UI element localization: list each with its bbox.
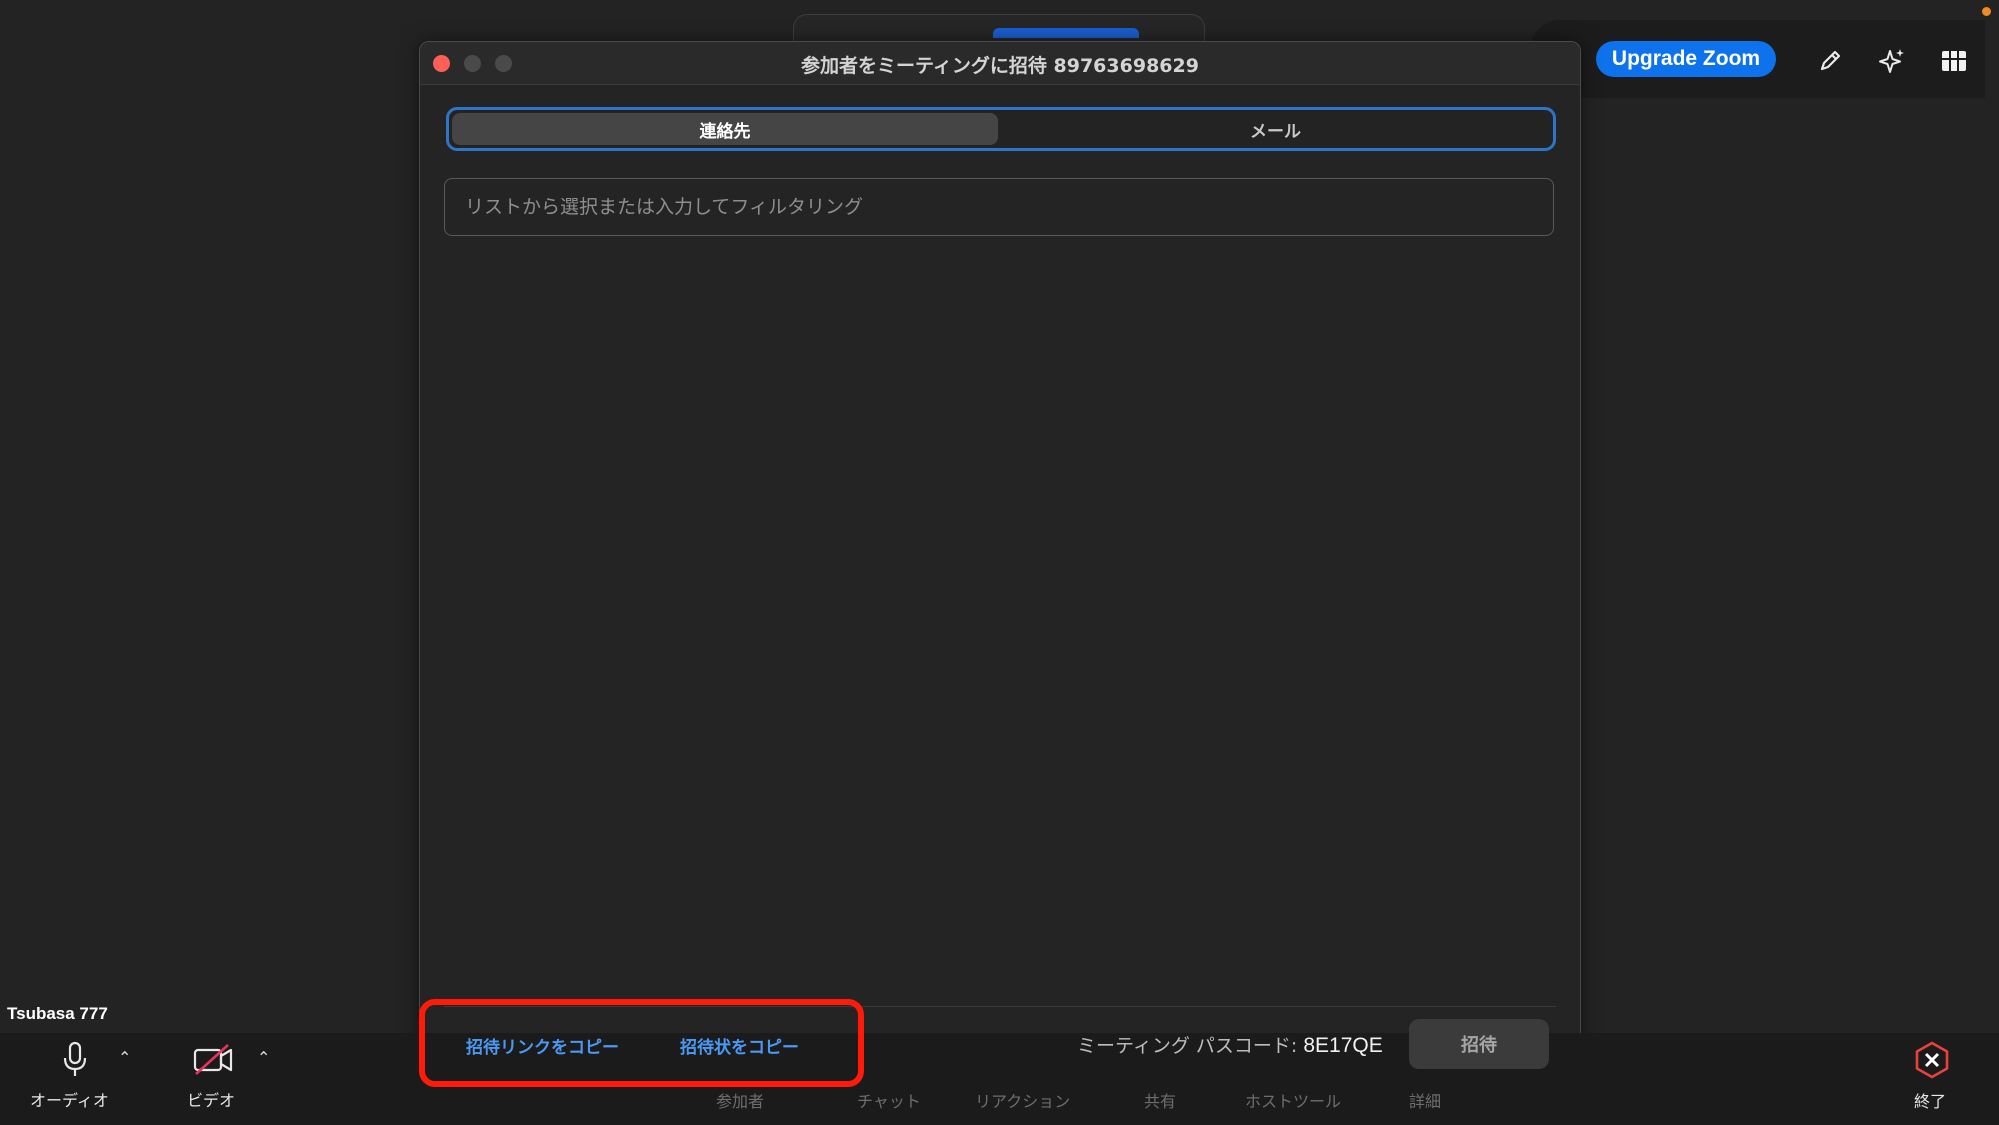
edit-pen-icon[interactable]	[1813, 44, 1847, 78]
contact-filter-input[interactable]	[444, 178, 1554, 236]
video-off-icon[interactable]	[192, 1040, 236, 1080]
invite-dialog: 参加者をミーティングに招待 89763698629 連絡先 メール	[419, 41, 1581, 1083]
participant-name-label: Tsubasa 777	[7, 1004, 108, 1023]
passcode-label: ミーティング パスコード:	[1077, 1035, 1298, 1057]
invite-method-segmented-control: 連絡先 メール	[446, 107, 1556, 151]
toolbar-host-tools[interactable]: ホストツール	[1245, 1088, 1341, 1112]
dialog-title: 参加者をミーティングに招待 89763698629	[801, 55, 1199, 77]
toolbar-chat[interactable]: チャット	[857, 1088, 921, 1112]
tab-email[interactable]: メール	[1001, 113, 1550, 145]
microphone-icon[interactable]	[58, 1040, 92, 1080]
copy-invitation-button[interactable]: 招待状をコピー	[680, 1033, 799, 1058]
video-label: ビデオ	[187, 1091, 236, 1110]
zoom-meeting-window: Upgrade Zoom 参加者をミーティングに招待 89763698629 連…	[0, 0, 1999, 1125]
toolbar-reactions[interactable]: リアクション	[975, 1088, 1070, 1112]
meeting-passcode: ミーティング パスコード: 8E17QE	[1077, 1031, 1383, 1058]
toolbar-share[interactable]: 共有	[1144, 1088, 1176, 1112]
invite-button[interactable]: 招待	[1409, 1019, 1549, 1069]
end-label: 終了	[1914, 1092, 1947, 1111]
toolbar-more[interactable]: 詳細	[1409, 1088, 1441, 1112]
sparkle-icon[interactable]	[1875, 44, 1909, 78]
audio-label: オーディオ	[30, 1091, 109, 1110]
tab-contacts[interactable]: 連絡先	[452, 113, 998, 145]
top-tab-indicator	[993, 28, 1139, 38]
audio-options-chevron-icon[interactable]: ⌃	[118, 1048, 131, 1067]
video-options-chevron-icon[interactable]: ⌃	[257, 1048, 270, 1067]
grid-view-icon[interactable]	[1937, 44, 1971, 78]
end-meeting-icon[interactable]	[1912, 1040, 1952, 1080]
notification-dot	[1982, 7, 1991, 16]
upgrade-zoom-button[interactable]: Upgrade Zoom	[1596, 41, 1776, 77]
copy-invite-link-button[interactable]: 招待リンクをコピー	[466, 1033, 619, 1058]
toolbar-participants[interactable]: 参加者	[716, 1088, 764, 1112]
dialog-titlebar: 参加者をミーティングに招待 89763698629	[420, 42, 1580, 85]
passcode-value: 8E17QE	[1303, 1034, 1383, 1057]
